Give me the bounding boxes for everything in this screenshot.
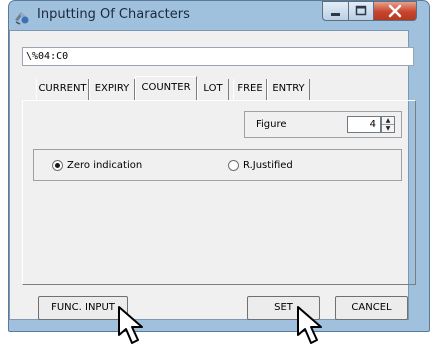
tab-lot[interactable]: LOT [197,79,229,100]
chevron-up-icon[interactable]: ▲ [382,117,394,125]
figure-stepper[interactable]: ▲ ▼ [381,116,395,133]
minimize-icon [331,13,340,16]
chevron-down-icon[interactable]: ▼ [382,125,394,132]
character-input[interactable]: \%04:C0 [22,47,414,66]
pointer-cursor-icon [297,306,322,344]
close-button[interactable] [373,1,417,21]
minimize-button[interactable] [322,1,349,21]
tab-counter[interactable]: COUNTER [135,76,197,101]
window-title: Inputting Of Characters [37,7,190,22]
figure-label: Figure [256,119,287,130]
tab-free[interactable]: FREE [233,79,267,100]
app-icon [15,12,29,25]
cancel-button[interactable]: CANCEL [335,296,408,320]
tab-current[interactable]: CURRENT [36,79,89,100]
right-justified-radio[interactable] [228,160,239,171]
zero-indication-radio[interactable] [52,160,63,171]
zero-indication-label: Zero indication [67,160,143,171]
figure-stepper-value[interactable]: 4 [347,116,381,133]
hand-cursor-icon [118,306,143,344]
close-icon [388,4,402,18]
tab-expiry[interactable]: EXPIRY [89,79,135,100]
title-bar[interactable]: Inputting Of Characters [9,1,429,31]
right-justified-label: R.Justified [243,160,293,171]
tab-entry[interactable]: ENTRY [267,79,310,100]
maximize-icon [355,5,367,16]
maximize-button[interactable] [348,1,374,21]
